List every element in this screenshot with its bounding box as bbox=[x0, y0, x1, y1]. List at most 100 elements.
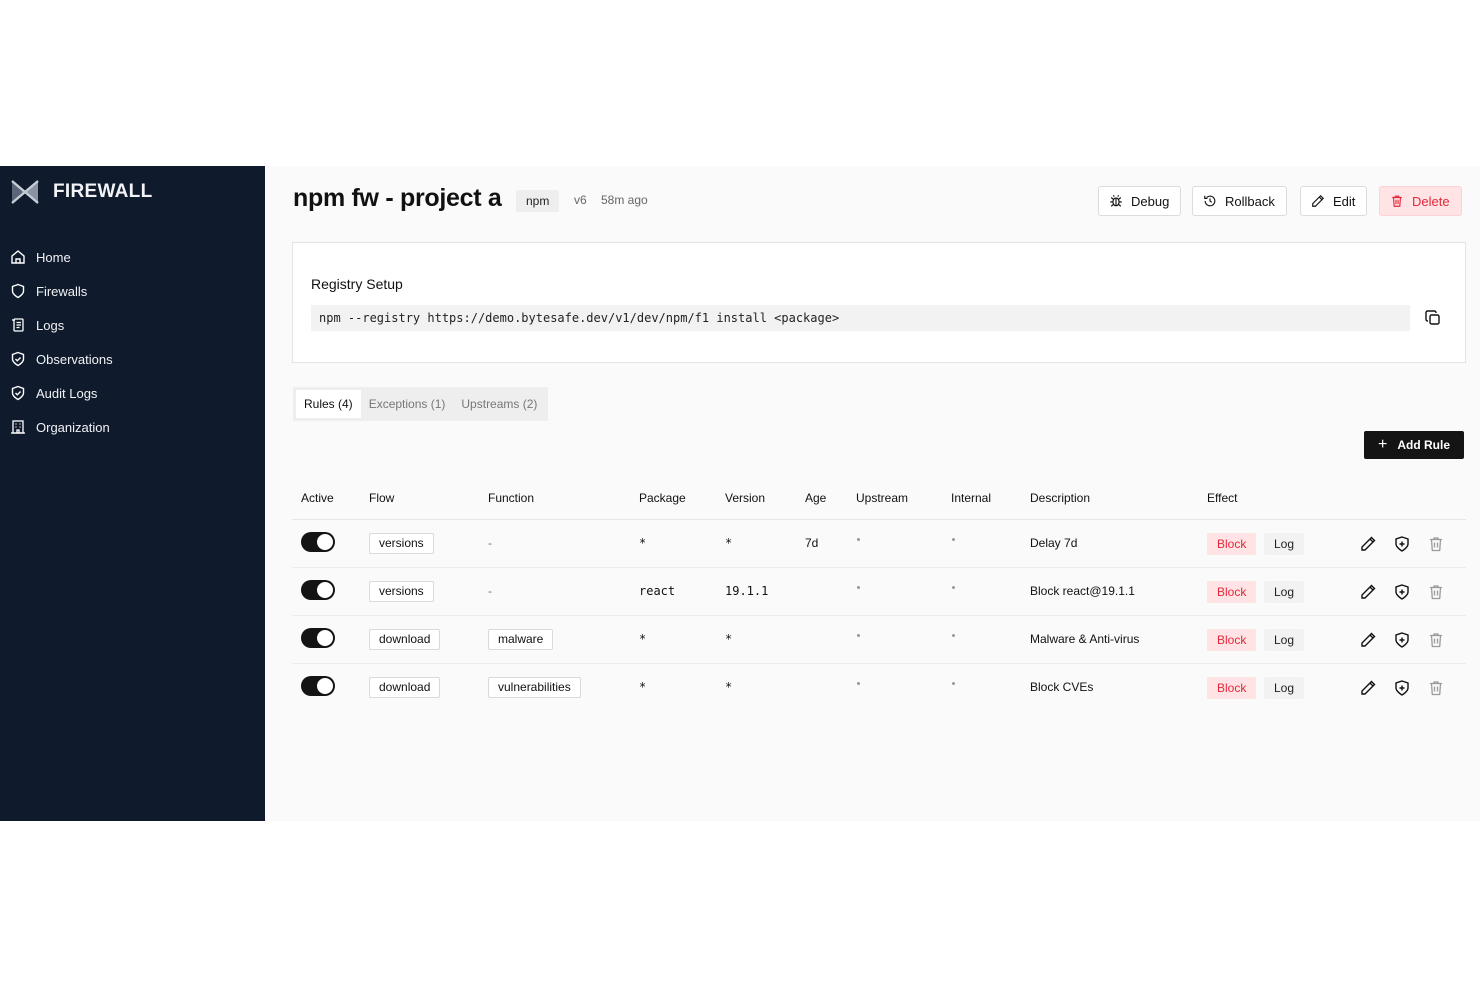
sidebar-item-observations[interactable]: Observations bbox=[10, 342, 113, 376]
column-header: Function bbox=[488, 491, 535, 505]
delete-rule-button[interactable] bbox=[1427, 583, 1445, 601]
description-cell: Malware & Anti-virus bbox=[1030, 632, 1140, 646]
shield-check-icon bbox=[10, 351, 26, 367]
flow-chip: download bbox=[369, 629, 441, 650]
internal-empty-dot bbox=[952, 538, 955, 541]
toggle-knob bbox=[317, 534, 333, 550]
sidebar-item-audit-logs[interactable]: Audit Logs bbox=[10, 376, 113, 410]
sidebar-item-label: Audit Logs bbox=[36, 385, 98, 401]
version-cell: 19.1.1 bbox=[725, 584, 769, 598]
active-toggle[interactable] bbox=[301, 580, 335, 600]
tab-rules[interactable]: Rules (4) bbox=[296, 390, 361, 418]
add-rule-button[interactable]: + Add Rule bbox=[1364, 431, 1464, 459]
edit-button[interactable]: Edit bbox=[1300, 186, 1368, 216]
sidebar-item-organization[interactable]: Organization bbox=[10, 410, 113, 444]
debug-label: Debug bbox=[1131, 193, 1170, 209]
effect-log-badge[interactable]: Log bbox=[1264, 581, 1305, 603]
function-cell: - bbox=[488, 584, 492, 598]
column-header: Internal bbox=[951, 491, 992, 505]
column-header: Active bbox=[301, 491, 334, 505]
exception-rule-button[interactable] bbox=[1393, 535, 1411, 553]
package-cell: * bbox=[639, 680, 647, 694]
effect-log-badge[interactable]: Log bbox=[1264, 677, 1305, 699]
effect-block-badge[interactable]: Block bbox=[1207, 533, 1257, 555]
shield-plus-icon bbox=[1395, 632, 1409, 648]
app-window: FIREWALL Home Firewalls Logs Observation… bbox=[0, 166, 1480, 821]
table-row: versions - * * 7d Delay 7d Block Log bbox=[292, 520, 1466, 568]
sidebar-item-logs[interactable]: Logs bbox=[10, 308, 113, 342]
trash-icon bbox=[1430, 585, 1442, 600]
edit-rule-button[interactable] bbox=[1359, 535, 1377, 553]
edit-label: Edit bbox=[1333, 193, 1356, 209]
rollback-button[interactable]: Rollback bbox=[1192, 186, 1287, 216]
package-cell: react bbox=[639, 584, 676, 598]
firewall-logo-icon bbox=[11, 180, 39, 204]
brand[interactable]: FIREWALL bbox=[10, 176, 153, 208]
internal-empty-dot bbox=[952, 634, 955, 637]
flow-chip: versions bbox=[369, 533, 434, 554]
copy-button[interactable] bbox=[1424, 309, 1442, 327]
description-cell: Block react@19.1.1 bbox=[1030, 584, 1135, 598]
effect-block-badge[interactable]: Block bbox=[1207, 629, 1257, 651]
upstream-empty-dot bbox=[857, 634, 860, 637]
description-cell: Delay 7d bbox=[1030, 536, 1078, 550]
trash-icon bbox=[1392, 195, 1402, 207]
version-label: v6 bbox=[574, 193, 587, 207]
sidebar-item-label: Organization bbox=[36, 419, 110, 435]
column-header: Upstream bbox=[856, 491, 909, 505]
pencil-icon bbox=[1361, 632, 1376, 647]
internal-empty-dot bbox=[952, 586, 955, 589]
toggle-knob bbox=[317, 678, 333, 694]
edit-rule-button[interactable] bbox=[1359, 583, 1377, 601]
tab-exceptions[interactable]: Exceptions (1) bbox=[361, 390, 454, 418]
home-icon bbox=[10, 249, 26, 265]
column-header: Age bbox=[805, 491, 827, 505]
exception-rule-button[interactable] bbox=[1393, 679, 1411, 697]
column-header: Effect bbox=[1207, 491, 1238, 505]
column-header: Flow bbox=[369, 491, 395, 505]
debug-button[interactable]: Debug bbox=[1098, 186, 1182, 216]
active-toggle[interactable] bbox=[301, 676, 335, 696]
active-toggle[interactable] bbox=[301, 628, 335, 648]
registry-setup-title: Registry Setup bbox=[311, 276, 403, 292]
type-tag: npm bbox=[516, 190, 560, 212]
bug-icon bbox=[1110, 194, 1122, 207]
delete-button[interactable]: Delete bbox=[1379, 186, 1462, 216]
sidebar-item-firewalls[interactable]: Firewalls bbox=[10, 274, 113, 308]
pencil-icon bbox=[1361, 584, 1376, 599]
active-toggle[interactable] bbox=[301, 532, 335, 552]
rules-table-header: Active Flow Function Package Version Age… bbox=[292, 482, 1466, 520]
shield-check-icon bbox=[10, 385, 26, 401]
effect-block-badge[interactable]: Block bbox=[1207, 677, 1257, 699]
upstream-empty-dot bbox=[857, 538, 860, 541]
edit-rule-button[interactable] bbox=[1359, 631, 1377, 649]
function-chip: vulnerabilities bbox=[488, 677, 581, 698]
updated-label: 58m ago bbox=[601, 193, 648, 207]
version-cell: * bbox=[725, 680, 733, 694]
table-row: versions - react 19.1.1 Block react@19.1… bbox=[292, 568, 1466, 616]
delete-rule-button[interactable] bbox=[1427, 679, 1445, 697]
delete-rule-button[interactable] bbox=[1427, 535, 1445, 553]
toggle-knob bbox=[317, 582, 333, 598]
upstream-empty-dot bbox=[857, 682, 860, 685]
delete-rule-button[interactable] bbox=[1427, 631, 1445, 649]
edit-rule-button[interactable] bbox=[1359, 679, 1377, 697]
exception-rule-button[interactable] bbox=[1393, 583, 1411, 601]
registry-command[interactable]: npm --registry https://demo.bytesafe.dev… bbox=[311, 305, 1410, 331]
sidebar-item-label: Logs bbox=[36, 317, 65, 333]
effect-block-badge[interactable]: Block bbox=[1207, 581, 1257, 603]
tab-upstreams[interactable]: Upstreams (2) bbox=[453, 390, 545, 418]
exception-rule-button[interactable] bbox=[1393, 631, 1411, 649]
table-row: download malware * * Malware & Anti-viru… bbox=[292, 616, 1466, 664]
trash-icon bbox=[1430, 633, 1442, 648]
effect-log-badge[interactable]: Log bbox=[1264, 629, 1305, 651]
sidebar: FIREWALL Home Firewalls Logs Observation… bbox=[0, 166, 265, 821]
registry-setup-card: Registry Setup npm --registry https://de… bbox=[292, 242, 1466, 363]
page-title: npm fw - project a bbox=[293, 184, 502, 212]
package-cell: * bbox=[639, 632, 647, 646]
age-cell: 7d bbox=[805, 536, 819, 550]
sidebar-item-home[interactable]: Home bbox=[10, 240, 113, 274]
pencil-icon bbox=[1312, 194, 1325, 207]
description-cell: Block CVEs bbox=[1030, 680, 1094, 694]
effect-log-badge[interactable]: Log bbox=[1264, 533, 1305, 555]
